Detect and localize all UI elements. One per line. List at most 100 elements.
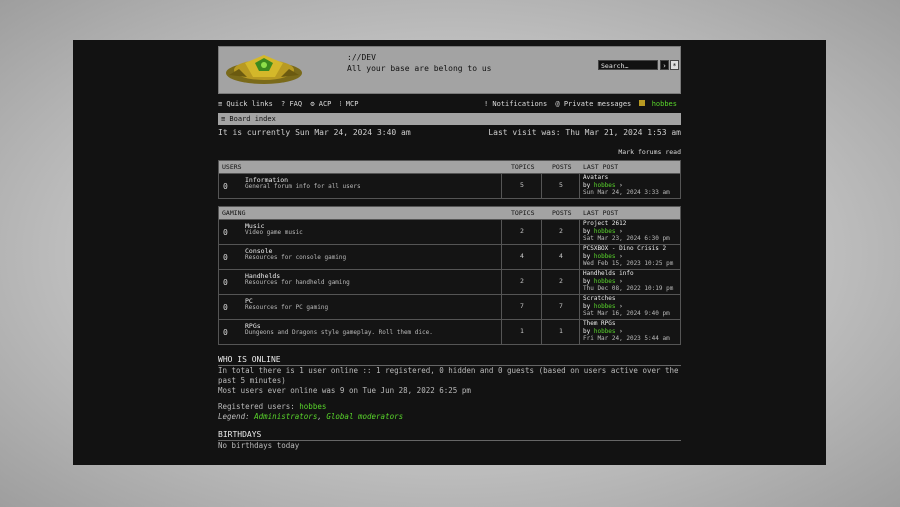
site-header: ://DEV All your base are belong to us Se… xyxy=(218,46,681,94)
legend-global-moderators[interactable]: Global moderators xyxy=(326,412,403,421)
forum-row[interactable]: 0 Handhelds Resources for handheld gamin… xyxy=(219,269,680,294)
last-post-by: by xyxy=(583,252,591,260)
forum-topics-count: 1 xyxy=(501,320,542,344)
user-menu[interactable]: hobbes xyxy=(652,100,677,108)
advanced-search-button[interactable]: * xyxy=(670,60,679,70)
birthdays-title: BIRTHDAYS xyxy=(218,430,681,441)
forum-last-post: Scratches by hobbes › Sat Mar 16, 2024 9… xyxy=(579,295,683,319)
last-post-time: Sun Mar 24, 2024 3:33 am xyxy=(583,189,670,196)
go-to-post-icon[interactable]: › xyxy=(619,228,623,235)
private-messages-link[interactable]: @ Private messages xyxy=(555,100,631,108)
forum-row[interactable]: 0 Music Video game music 2 2 Project 261… xyxy=(219,219,680,244)
last-post-by: by xyxy=(583,327,591,335)
avatar xyxy=(639,100,646,106)
legend-label: Legend: xyxy=(218,412,250,421)
site-name[interactable]: ://DEV xyxy=(347,53,376,62)
category-header: USERS TOPICS POSTS LAST POST xyxy=(219,161,680,173)
last-post-title[interactable]: PCSXBOX - Dino Crisis 2 xyxy=(583,245,683,253)
forum-description: Resources for PC gaming xyxy=(245,304,329,311)
forum-last-post: Handhelds info by hobbes › Thu Dec 08, 2… xyxy=(579,270,683,294)
legend-administrators[interactable]: Administrators xyxy=(254,412,317,421)
current-time: It is currently Sun Mar 24, 2024 3:40 am xyxy=(218,128,411,137)
forum-description: Dungeons and Dragons style gameplay. Rol… xyxy=(245,329,433,336)
quick-links-menu[interactable]: ≡ Quick links xyxy=(218,100,273,108)
last-post-title[interactable]: Them RPGs xyxy=(583,320,683,328)
site-description: All your base are belong to us xyxy=(347,64,492,73)
last-post-time: Sat Mar 23, 2024 6:30 pm xyxy=(583,235,670,242)
forum-last-post: Them RPGs by hobbes › Fri Mar 24, 2023 5… xyxy=(579,320,683,344)
who-is-online-title[interactable]: WHO IS ONLINE xyxy=(218,355,681,366)
last-post-header: LAST POST xyxy=(583,209,619,217)
forum-topics-count: 2 xyxy=(501,270,542,294)
acp-link[interactable]: ⚙ ACP xyxy=(310,100,331,108)
forum-page: ://DEV All your base are belong to us Se… xyxy=(218,46,681,451)
category-gaming: GAMING TOPICS POSTS LAST POST 0 Music Vi… xyxy=(218,206,681,345)
forum-description: Resources for console gaming xyxy=(245,254,347,261)
forum-last-post: Avatars by hobbes › Sun Mar 24, 2024 3:3… xyxy=(579,174,683,198)
category-name[interactable]: USERS xyxy=(222,161,242,173)
go-to-post-icon[interactable]: › xyxy=(619,253,623,260)
search-input[interactable]: Search… xyxy=(598,60,658,70)
last-post-user[interactable]: hobbes xyxy=(594,328,616,335)
forum-posts-count: 2 xyxy=(541,270,580,294)
forum-row[interactable]: 0 Console Resources for console gaming 4… xyxy=(219,244,680,269)
notifications-link[interactable]: ! Notifications xyxy=(484,100,547,108)
forum-read-icon: 0 xyxy=(223,303,228,312)
legend-separator: , xyxy=(317,412,322,421)
search-button[interactable]: › xyxy=(660,60,669,70)
last-post-title[interactable]: Project 2612 xyxy=(583,220,683,228)
forum-posts-count: 5 xyxy=(541,174,580,198)
time-info: It is currently Sun Mar 24, 2024 3:40 am… xyxy=(218,128,681,140)
online-user-link[interactable]: hobbes xyxy=(299,402,326,411)
forum-read-icon: 0 xyxy=(223,328,228,337)
last-post-user[interactable]: hobbes xyxy=(594,228,616,235)
registered-users-label: Registered users: xyxy=(218,402,295,411)
forum-read-icon: 0 xyxy=(223,182,228,191)
forum-description: Video game music xyxy=(245,229,303,236)
go-to-post-icon[interactable]: › xyxy=(619,182,623,189)
last-post-header: LAST POST xyxy=(583,163,619,171)
last-post-user[interactable]: hobbes xyxy=(594,278,616,285)
forum-last-post: Project 2612 by hobbes › Sat Mar 23, 202… xyxy=(579,220,683,244)
last-post-user[interactable]: hobbes xyxy=(594,253,616,260)
last-post-by: by xyxy=(583,277,591,285)
legend: Legend: Administrators, Global moderator… xyxy=(218,412,681,422)
forum-row[interactable]: 0 Information General forum info for all… xyxy=(219,173,680,198)
site-logo[interactable] xyxy=(225,53,303,87)
breadcrumb[interactable]: ≡ Board index xyxy=(218,113,681,125)
last-post-user[interactable]: hobbes xyxy=(594,303,616,310)
last-post-user[interactable]: hobbes xyxy=(594,182,616,189)
forum-read-icon: 0 xyxy=(223,228,228,237)
go-to-post-icon[interactable]: › xyxy=(619,278,623,285)
mcp-link[interactable]: ⁞ MCP xyxy=(340,100,359,108)
last-post-by: by xyxy=(583,227,591,235)
faq-link[interactable]: ? FAQ xyxy=(281,100,302,108)
forum-topics-count: 7 xyxy=(501,295,542,319)
forum-read-icon: 0 xyxy=(223,278,228,287)
forum-row[interactable]: 0 PC Resources for PC gaming 7 7 Scratch… xyxy=(219,294,680,319)
category-name[interactable]: GAMING xyxy=(222,207,245,219)
mark-forums-read-link[interactable]: Mark forums read xyxy=(218,148,681,157)
last-post-time: Fri Mar 24, 2023 5:44 am xyxy=(583,335,670,342)
go-to-post-icon[interactable]: › xyxy=(619,303,623,310)
posts-header: POSTS xyxy=(552,209,572,217)
last-post-by: by xyxy=(583,302,591,310)
forum-topics-count: 4 xyxy=(501,245,542,269)
forum-row[interactable]: 0 RPGs Dungeons and Dragons style gamepl… xyxy=(219,319,680,344)
forum-last-post: PCSXBOX - Dino Crisis 2 by hobbes › Wed … xyxy=(579,245,683,269)
category-header: GAMING TOPICS POSTS LAST POST xyxy=(219,207,680,219)
last-post-title[interactable]: Handhelds info xyxy=(583,270,683,278)
online-summary: In total there is 1 user online :: 1 reg… xyxy=(218,366,679,385)
last-post-title[interactable]: Scratches xyxy=(583,295,683,303)
navbar: ≡ Quick links ? FAQ ⚙ ACP ⁞ MCP ! Notifi… xyxy=(218,100,681,112)
birthdays-text: No birthdays today xyxy=(218,441,300,450)
last-post-by: by xyxy=(583,181,591,189)
last-visit: Last visit was: Thu Mar 21, 2024 1:53 am xyxy=(488,128,681,137)
forum-topics-count: 5 xyxy=(501,174,542,198)
go-to-post-icon[interactable]: › xyxy=(619,328,623,335)
forum-posts-count: 7 xyxy=(541,295,580,319)
forum-posts-count: 1 xyxy=(541,320,580,344)
forum-posts-count: 2 xyxy=(541,220,580,244)
topics-header: TOPICS xyxy=(511,163,535,171)
last-post-title[interactable]: Avatars xyxy=(583,174,683,182)
